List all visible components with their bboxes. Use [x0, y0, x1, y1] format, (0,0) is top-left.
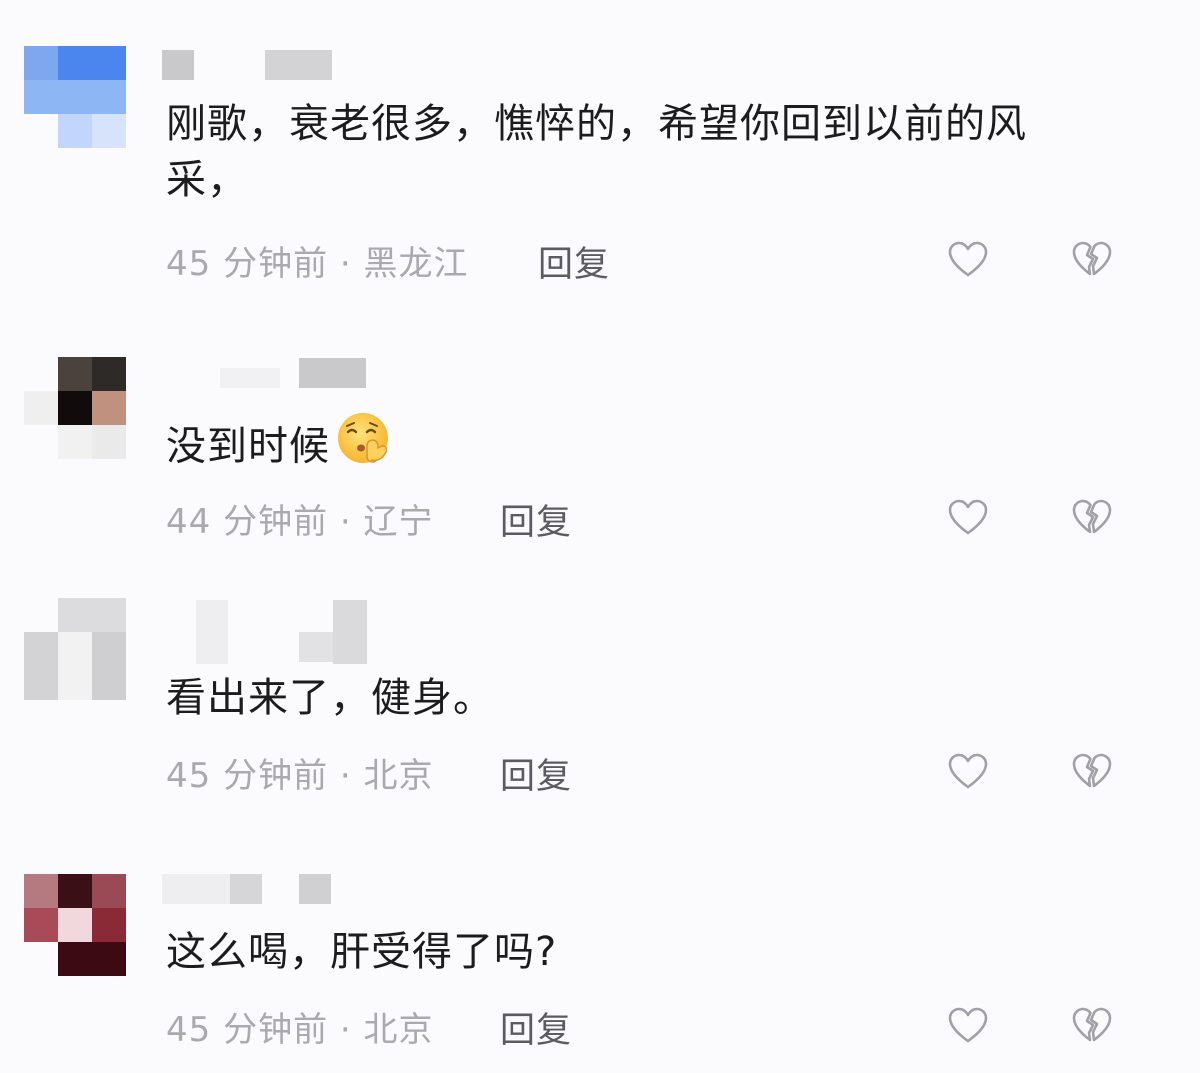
- username-redacted: [299, 632, 333, 662]
- comment-item: 这么喝，肝受得了吗? 45 分钟前 · 北京 回复: [0, 840, 1200, 1073]
- username-redacted: [333, 600, 367, 664]
- broken-heart-icon[interactable]: [1070, 750, 1114, 794]
- comment-text: 没到时候: [166, 408, 1126, 472]
- username-redacted[interactable]: [162, 50, 194, 80]
- reply-button[interactable]: 回复: [538, 236, 610, 287]
- comment-time-location: 44 分钟前 · 辽宁: [166, 502, 434, 542]
- comment-item: 看出来了，健身。 45 分钟前 · 北京 回复: [0, 580, 1200, 840]
- comment-time-location: 45 分钟前 · 北京: [166, 756, 434, 796]
- username-redacted: [230, 874, 262, 904]
- comment-text: 看出来了，健身。: [166, 675, 494, 721]
- reply-button[interactable]: 回复: [500, 1002, 572, 1053]
- broken-heart-icon[interactable]: [1070, 496, 1114, 540]
- comment-time-location: 45 分钟前 · 北京: [166, 1010, 434, 1050]
- broken-heart-icon[interactable]: [1070, 238, 1114, 282]
- avatar[interactable]: [24, 46, 126, 148]
- avatar[interactable]: [24, 874, 126, 976]
- username-redacted[interactable]: [162, 874, 230, 904]
- username-redacted: [220, 368, 280, 388]
- username-redacted[interactable]: [196, 600, 228, 664]
- heart-outline-icon[interactable]: [946, 750, 990, 794]
- comment-text-label: 没到时候: [166, 423, 330, 470]
- username-redacted[interactable]: [299, 358, 366, 388]
- shushing-face-emoji: [334, 408, 396, 489]
- avatar[interactable]: [24, 598, 126, 700]
- username-redacted: [299, 874, 331, 904]
- heart-outline-icon[interactable]: [946, 238, 990, 282]
- username-redacted: [265, 50, 332, 80]
- avatar[interactable]: [24, 357, 126, 459]
- comment-item: 没到时候 44 分钟前 · 辽宁 回复: [0, 320, 1200, 580]
- comment-item: 刚歌，衰老很多，憔悴的，希望你回到以前的风采， 45 分钟前 · 黑龙江 回复: [0, 0, 1200, 320]
- comment-text: 刚歌，衰老很多，憔悴的，希望你回到以前的风采，: [166, 101, 1027, 203]
- comment-time-location: 45 分钟前 · 黑龙江: [166, 244, 469, 284]
- reply-button[interactable]: 回复: [500, 748, 572, 799]
- comment-text: 这么喝，肝受得了吗?: [166, 929, 558, 975]
- broken-heart-icon[interactable]: [1070, 1004, 1114, 1048]
- heart-outline-icon[interactable]: [946, 496, 990, 540]
- reply-button[interactable]: 回复: [500, 494, 572, 545]
- heart-outline-icon[interactable]: [946, 1004, 990, 1048]
